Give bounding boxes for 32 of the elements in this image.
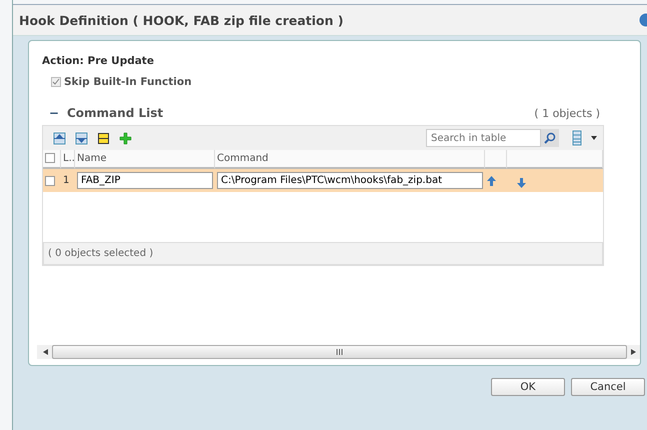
search-button[interactable] [541,129,559,147]
move-up-icon[interactable] [487,176,496,186]
dropdown-icon[interactable] [591,136,597,140]
cancel-button[interactable]: Cancel [571,378,645,396]
selection-status: ( 0 objects selected ) [43,242,603,265]
scroll-left-icon[interactable] [43,349,48,355]
insert-above-icon[interactable] [53,132,66,144]
name-field[interactable]: FAB_ZIP [77,172,213,189]
add-icon[interactable] [119,132,132,144]
collapse-toggle[interactable]: − [49,106,67,120]
window-title: Hook Definition ( HOOK, FAB zip file creation ) [19,12,344,28]
column-header[interactable]: Name [75,150,215,169]
move-down-icon[interactable] [517,178,526,188]
column-header[interactable] [485,150,507,169]
remove-row-icon[interactable] [97,132,110,144]
search-field[interactable]: Search in table [426,129,541,147]
column-header[interactable]: Command [215,150,485,169]
ok-button[interactable]: OK [491,378,565,396]
insert-below-icon[interactable] [75,132,88,144]
scroll-right-icon[interactable] [631,349,636,355]
column-header[interactable]: L.. [61,150,75,169]
row-checkbox[interactable] [45,176,55,186]
select-all-checkbox[interactable] [45,153,55,163]
section-title: Command List [67,106,164,120]
action-label: Action: Pre Update [42,55,155,67]
columns-icon[interactable] [572,130,582,146]
object-count: ( 1 objects ) [534,106,600,120]
scrollbar-thumb[interactable] [52,345,627,359]
line-number: 1 [61,169,75,192]
command-field[interactable]: C:\Program Files\PTC\wcm\hooks\fab_zip.bat [217,172,483,189]
skip-label: Skip Built-In Function [64,76,192,88]
column-header[interactable] [507,150,603,169]
